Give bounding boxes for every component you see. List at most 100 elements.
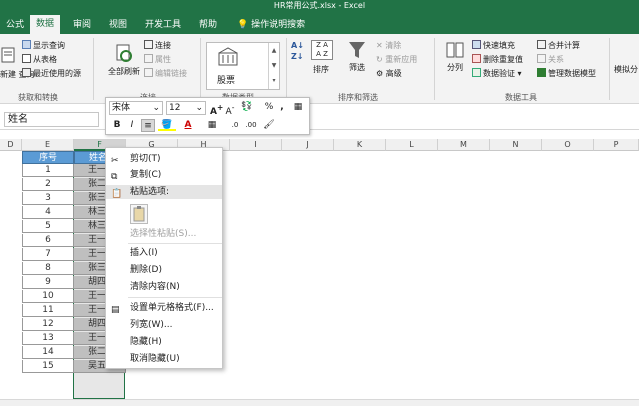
relationships-button[interactable]: 关系 (537, 54, 564, 65)
accounting-format-icon[interactable]: 💱 (240, 101, 254, 114)
flash-fill-button[interactable]: 快速填充 (472, 40, 515, 51)
column-header-l[interactable]: L (386, 139, 438, 151)
tab-tell-me[interactable]: 💡 操作说明搜索 (231, 16, 311, 34)
menu-item-delete[interactable]: 删除(D) (106, 263, 222, 277)
clear-button[interactable]: ✕ 清除 (376, 40, 401, 51)
connections-label: 连接 (155, 41, 171, 50)
table-cell-seq[interactable]: 14 (22, 346, 74, 359)
gallery-scroll[interactable]: ▲ ▼ ▾ (268, 43, 279, 89)
table-cell-seq[interactable]: 7 (22, 248, 74, 261)
remove-duplicates-button[interactable]: 删除重复值 (472, 54, 523, 65)
filter-button[interactable]: 筛选 (344, 40, 370, 73)
menu-separator (128, 297, 222, 298)
from-table-button[interactable]: 从表格 (22, 54, 57, 65)
ribbon-separator (93, 38, 94, 100)
column-header-d[interactable]: D (0, 139, 22, 151)
menu-item-unhide[interactable]: 取消隐藏(U) (106, 352, 222, 366)
edit-links-button[interactable]: 编辑链接 (144, 68, 187, 79)
name-box[interactable]: 姓名 (4, 112, 99, 127)
font-size-box[interactable]: 12 ⌄ (166, 101, 206, 115)
new-query-button[interactable]: 新建 查询 (0, 46, 35, 79)
menu-item-copy[interactable]: ⧉ 复制(C) (106, 168, 222, 182)
table-cell-seq[interactable]: 11 (22, 304, 74, 317)
tab-developer[interactable]: 开发工具 (139, 16, 187, 34)
grow-font-icon[interactable]: A+ (210, 101, 223, 117)
data-types-gallery[interactable]: 股票 ▲ ▼ ▾ (206, 42, 280, 90)
table-cell-seq[interactable]: 5 (22, 220, 74, 233)
format-painter-icon[interactable]: 🖌 (262, 119, 276, 132)
tab-help[interactable]: 帮助 (193, 16, 223, 34)
table-cell-seq[interactable]: 10 (22, 290, 74, 303)
paste-icon[interactable] (130, 204, 148, 224)
menu-item-paste-special[interactable]: 选择性粘贴(S)... (106, 227, 222, 241)
menu-item-format-cells[interactable]: ▤ 设置单元格格式(F)... (106, 301, 222, 315)
table-cell-seq[interactable]: 12 (22, 318, 74, 331)
sort-az-button[interactable]: A↓ Z↓ (291, 40, 304, 62)
bold-button[interactable]: B (111, 119, 123, 132)
table-cell-seq[interactable]: 9 (22, 276, 74, 289)
menu-item-clear-contents[interactable]: 清除内容(N) (106, 280, 222, 294)
text-to-columns-button[interactable]: 分列 (441, 40, 469, 73)
column-header-i[interactable]: I (230, 139, 282, 151)
percent-style-button[interactable]: % (264, 101, 274, 114)
font-color-icon[interactable]: A (180, 119, 196, 132)
column-header-e[interactable]: E (22, 139, 74, 151)
reapply-button[interactable]: ↻ 重新应用 (376, 54, 417, 65)
align-center-icon[interactable]: ≡ (141, 119, 155, 132)
advanced-button[interactable]: ⚙ 高级 (376, 68, 402, 79)
format-painter-grid-icon[interactable]: ▦ (292, 101, 304, 114)
consolidate-button[interactable]: 合并计算 (537, 40, 580, 51)
menu-item-insert[interactable]: 插入(I) (106, 246, 222, 260)
clipboard-icon: 📋 (111, 189, 123, 199)
horizontal-scrollbar[interactable] (0, 399, 639, 406)
table-cell-seq[interactable]: 13 (22, 332, 74, 345)
column-header-n[interactable]: N (490, 139, 542, 151)
table-cell-seq[interactable]: 4 (22, 206, 74, 219)
tab-view[interactable]: 视图 (103, 16, 133, 34)
table-cell-seq[interactable]: 2 (22, 178, 74, 191)
manage-data-model-button[interactable]: 管理数据模型 (537, 68, 596, 79)
decrease-decimal-icon[interactable]: .00 (244, 119, 258, 132)
table-cell-seq[interactable]: 15 (22, 360, 74, 373)
worksheet-grid[interactable]: D E F G H I J K L M N O P 序号 姓名 1 王一 2 张二 3 张… (0, 139, 639, 399)
table-cell-seq[interactable]: 3 (22, 192, 74, 205)
table-cell-seq[interactable]: 8 (22, 262, 74, 275)
tab-review[interactable]: 审阅 (67, 16, 97, 34)
shrink-font-icon[interactable]: A- (224, 101, 236, 117)
font-name-box[interactable]: 宋体 ⌄ (109, 101, 163, 115)
menu-item-label: 粘贴选项: (130, 187, 170, 197)
column-header-m[interactable]: M (438, 139, 490, 151)
advanced-filter-icon: ⚙ (376, 69, 386, 78)
tab-data[interactable]: 数据 (30, 15, 61, 34)
sort-button[interactable]: 排序 (313, 64, 329, 75)
menu-item-hide[interactable]: 隐藏(H) (106, 335, 222, 349)
tab-formulas[interactable]: 公式 (0, 16, 30, 34)
comma-style-button[interactable]: , (278, 101, 286, 114)
connections-button[interactable]: 连接 (144, 40, 171, 51)
recent-sources-button[interactable]: 最近使用的源 (22, 68, 81, 79)
data-validation-button[interactable]: 数据验证 ▾ (472, 68, 522, 79)
italic-button[interactable]: I (126, 119, 138, 132)
refresh-all-button[interactable]: 全部刷新 (104, 42, 144, 77)
flash-fill-label: 快速填充 (483, 41, 515, 50)
menu-item-paste-options[interactable]: 📋 粘贴选项: (106, 185, 222, 199)
increase-decimal-icon[interactable]: .0 (228, 119, 242, 132)
borders-icon[interactable]: ▦ (204, 119, 220, 132)
table-cell-seq[interactable]: 1 (22, 164, 74, 177)
filter-label: 筛选 (349, 63, 365, 72)
column-header-p[interactable]: P (594, 139, 639, 151)
column-header-j[interactable]: J (282, 139, 334, 151)
sort-dialog-icon: Z AA Z (311, 40, 333, 60)
fill-color-icon[interactable]: 🪣 (158, 119, 176, 132)
table-cell-seq[interactable]: 6 (22, 234, 74, 247)
properties-button[interactable]: 属性 (144, 54, 171, 65)
show-queries-button[interactable]: 显示查询 (22, 40, 65, 51)
column-header-k[interactable]: K (334, 139, 386, 151)
data-validation-label: 数据验证 (483, 69, 515, 78)
what-if-button[interactable]: 模拟分 (614, 64, 638, 75)
menu-item-cut[interactable]: ✂ 剪切(T) (106, 152, 222, 166)
menu-item-column-width[interactable]: 列宽(W)... (106, 318, 222, 332)
column-header-o[interactable]: O (542, 139, 594, 151)
edit-links-icon (144, 68, 153, 77)
header-cell-seq[interactable]: 序号 (22, 151, 74, 164)
